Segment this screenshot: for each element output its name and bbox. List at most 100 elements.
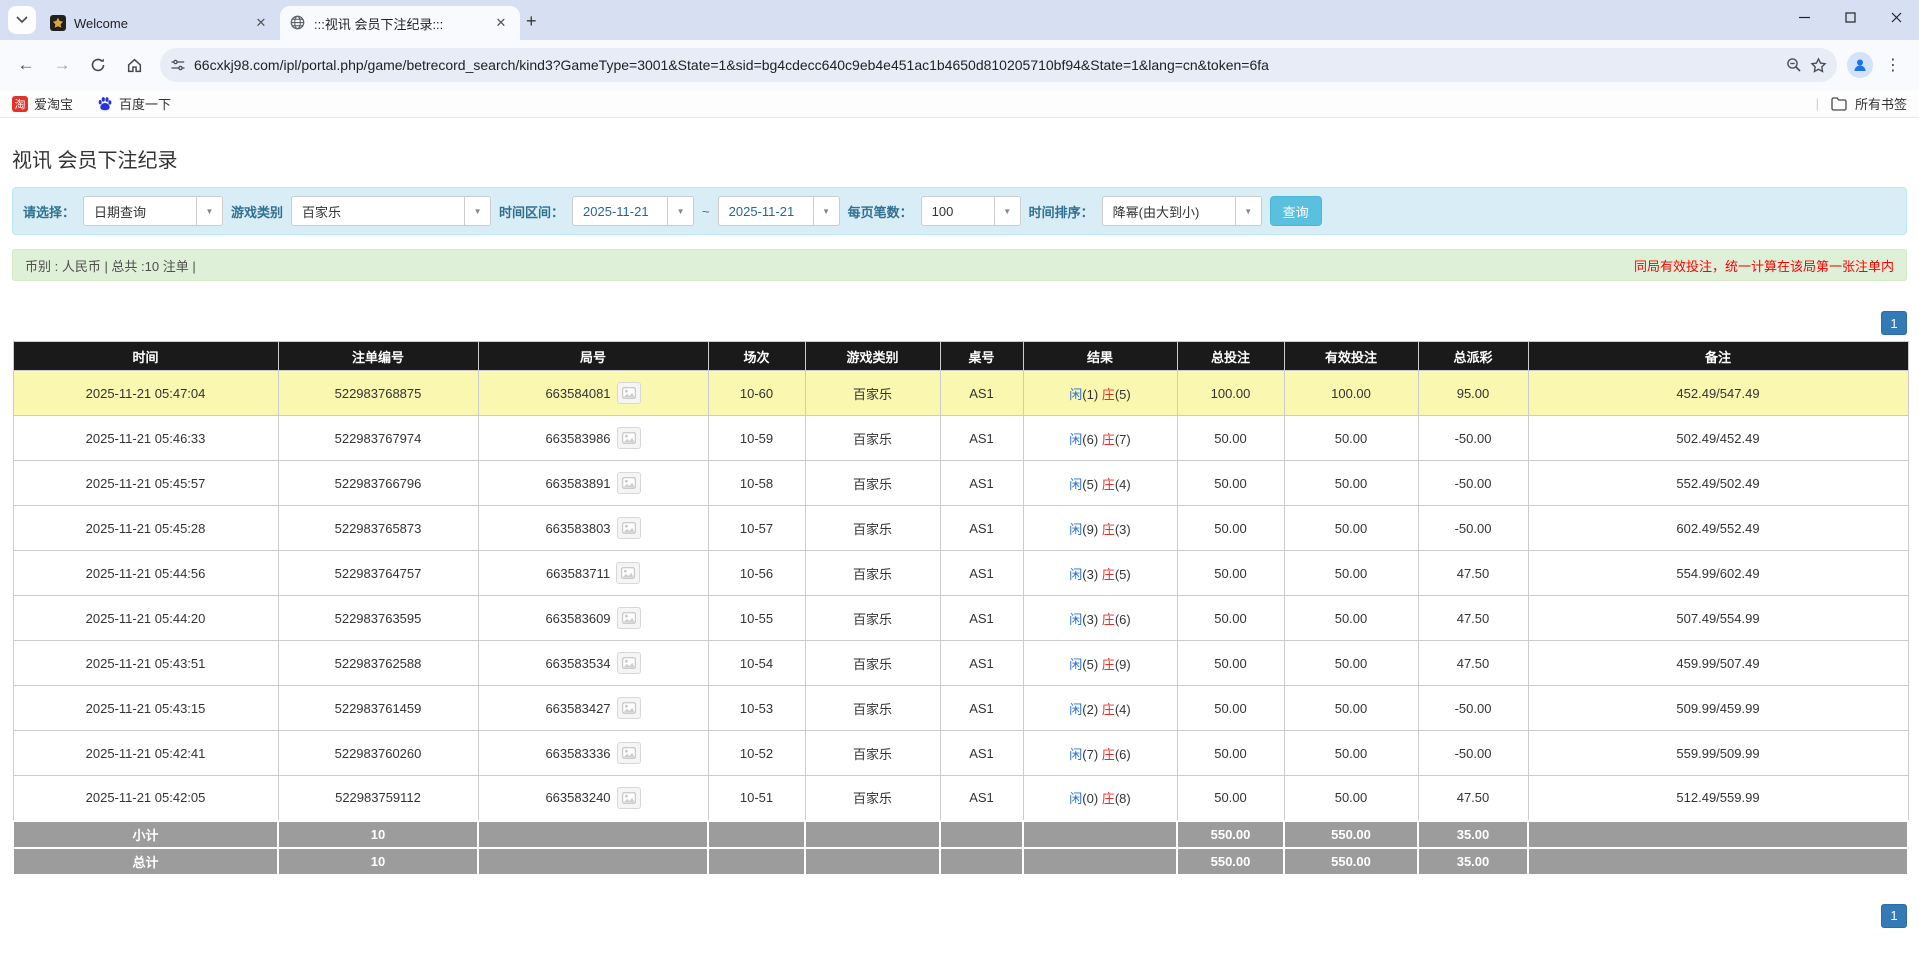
url-text[interactable]: 66cxkj98.com/ipl/portal.php/game/betreco… bbox=[194, 57, 1778, 73]
filter-perpage-label: 每页笔数： bbox=[848, 202, 913, 221]
cell-total-bet-link[interactable]: 50.00 bbox=[1177, 686, 1284, 731]
new-tab-button[interactable]: + bbox=[526, 11, 537, 32]
reload-button[interactable] bbox=[82, 49, 114, 81]
cell-round-id: 663583986 bbox=[478, 416, 708, 461]
cell-total-bet-link[interactable]: 50.00 bbox=[1177, 416, 1284, 461]
cell-result: 闲(2) 庄(4) bbox=[1023, 686, 1177, 731]
column-header[interactable]: 桌号 bbox=[940, 342, 1023, 371]
taobao-icon: 淘 bbox=[12, 96, 28, 112]
cell-note: 602.49/552.49 bbox=[1528, 506, 1908, 551]
cell-total-bet-link[interactable]: 50.00 bbox=[1177, 461, 1284, 506]
round-result-button[interactable] bbox=[617, 652, 641, 674]
cell-time: 2025-11-21 05:46:33 bbox=[13, 416, 278, 461]
query-type-select[interactable]: 日期查询 ▼ bbox=[83, 196, 223, 226]
cell-game-type: 百家乐 bbox=[805, 371, 940, 416]
minimize-button[interactable] bbox=[1781, 0, 1827, 34]
table-header-row: 时间注单编号局号场次游戏类别桌号结果总投注有效投注总派彩备注 bbox=[13, 342, 1908, 371]
reload-icon bbox=[90, 57, 106, 73]
footer-count: 10 bbox=[278, 848, 478, 875]
cell-payout: -50.00 bbox=[1418, 461, 1528, 506]
column-header[interactable]: 结果 bbox=[1023, 342, 1177, 371]
page-content: 视讯 会员下注纪录 请选择： 日期查询 ▼ 游戏类别 百家乐 ▼ 时间区间： 2… bbox=[0, 144, 1919, 928]
close-button[interactable] bbox=[1873, 0, 1919, 34]
home-button[interactable] bbox=[118, 49, 150, 81]
column-header[interactable]: 局号 bbox=[478, 342, 708, 371]
game-type-select[interactable]: 百家乐 ▼ bbox=[291, 196, 491, 226]
date-to-select[interactable]: 2025-11-21 ▼ bbox=[718, 196, 840, 226]
cell-result: 闲(5) 庄(9) bbox=[1023, 641, 1177, 686]
bookmark-baidu[interactable]: 百度一下 bbox=[97, 94, 171, 113]
date-from-select[interactable]: 2025-11-21 ▼ bbox=[572, 196, 694, 226]
cell-total-bet-link[interactable]: 50.00 bbox=[1177, 641, 1284, 686]
column-header[interactable]: 总投注 bbox=[1177, 342, 1284, 371]
search-button[interactable]: 查询 bbox=[1270, 196, 1322, 226]
bookmark-label: 百度一下 bbox=[119, 94, 171, 113]
column-header[interactable]: 时间 bbox=[13, 342, 278, 371]
cell-session: 10-54 bbox=[708, 641, 805, 686]
summary-bar: 币别 : 人民币 | 总共 :10 注单 | 同局有效投注，统一计算在该局第一张… bbox=[12, 249, 1907, 281]
round-result-button[interactable] bbox=[617, 787, 641, 809]
profile-avatar[interactable] bbox=[1847, 52, 1873, 78]
bookmark-star-icon[interactable] bbox=[1810, 57, 1827, 74]
round-result-image-icon bbox=[622, 657, 636, 669]
round-result-button[interactable] bbox=[616, 562, 640, 584]
tab-close-icon[interactable]: ✕ bbox=[492, 14, 510, 32]
round-result-button[interactable] bbox=[617, 607, 641, 629]
tab-close-icon[interactable]: ✕ bbox=[252, 14, 270, 32]
round-result-button[interactable] bbox=[617, 517, 641, 539]
round-result-button[interactable] bbox=[617, 382, 641, 404]
cell-total-bet-link[interactable]: 50.00 bbox=[1177, 731, 1284, 776]
result-banker: 庄 bbox=[1102, 702, 1115, 717]
cell-game-type: 百家乐 bbox=[805, 686, 940, 731]
cell-total-bet-link[interactable]: 50.00 bbox=[1177, 506, 1284, 551]
result-player: 闲 bbox=[1069, 567, 1082, 582]
column-header[interactable]: 备注 bbox=[1528, 342, 1908, 371]
page-1-button[interactable]: 1 bbox=[1881, 311, 1907, 335]
cell-total-bet-link[interactable]: 50.00 bbox=[1177, 596, 1284, 641]
tab-betrecord[interactable]: :::视讯 会员下注纪录::: ✕ bbox=[280, 6, 520, 40]
cell-result: 闲(7) 庄(6) bbox=[1023, 731, 1177, 776]
column-header[interactable]: 注单编号 bbox=[278, 342, 478, 371]
cell-session: 10-57 bbox=[708, 506, 805, 551]
round-result-button[interactable] bbox=[617, 472, 641, 494]
cell-total-bet-link[interactable]: 50.00 bbox=[1177, 776, 1284, 821]
cell-total-bet-link[interactable]: 100.00 bbox=[1177, 371, 1284, 416]
cell-note: 554.99/602.49 bbox=[1528, 551, 1908, 596]
cell-valid-bet: 50.00 bbox=[1284, 596, 1418, 641]
forward-button[interactable]: → bbox=[46, 49, 78, 81]
result-banker: 庄 bbox=[1102, 522, 1115, 537]
round-result-button[interactable] bbox=[617, 742, 641, 764]
column-header[interactable]: 游戏类别 bbox=[805, 342, 940, 371]
tab-search-button[interactable] bbox=[8, 6, 36, 34]
cell-session: 10-58 bbox=[708, 461, 805, 506]
column-header[interactable]: 有效投注 bbox=[1284, 342, 1418, 371]
back-button[interactable]: ← bbox=[10, 49, 42, 81]
cell-total-bet-link[interactable]: 50.00 bbox=[1177, 551, 1284, 596]
sort-order-select[interactable]: 降幂(由大到小) ▼ bbox=[1102, 196, 1262, 226]
result-player: 闲 bbox=[1069, 432, 1082, 447]
round-result-image-icon bbox=[621, 567, 635, 579]
cell-game-type: 百家乐 bbox=[805, 416, 940, 461]
cell-valid-bet: 50.00 bbox=[1284, 641, 1418, 686]
round-result-button[interactable] bbox=[617, 427, 641, 449]
round-result-button[interactable] bbox=[617, 697, 641, 719]
zoom-out-icon[interactable] bbox=[1786, 57, 1802, 73]
per-page-select[interactable]: 100 ▼ bbox=[921, 196, 1021, 226]
tab-welcome[interactable]: Welcome ✕ bbox=[40, 6, 280, 40]
column-header[interactable]: 总派彩 bbox=[1418, 342, 1528, 371]
browser-menu-icon[interactable]: ⋮ bbox=[1877, 55, 1909, 75]
cell-payout: 47.50 bbox=[1418, 551, 1528, 596]
result-player: 闲 bbox=[1069, 747, 1082, 762]
bookmark-taobao[interactable]: 淘 爱淘宝 bbox=[12, 94, 73, 113]
cell-round-id: 663583427 bbox=[478, 686, 708, 731]
all-bookmarks[interactable]: | 所有书签 bbox=[1816, 94, 1907, 113]
cell-round-id: 663583336 bbox=[478, 731, 708, 776]
address-bar[interactable]: 66cxkj98.com/ipl/portal.php/game/betreco… bbox=[160, 48, 1837, 82]
footer-valid-bet: 550.00 bbox=[1284, 821, 1418, 848]
maximize-button[interactable] bbox=[1827, 0, 1873, 34]
result-banker: 庄 bbox=[1102, 791, 1115, 806]
column-header[interactable]: 场次 bbox=[708, 342, 805, 371]
site-info-icon[interactable] bbox=[170, 57, 186, 73]
cell-valid-bet: 50.00 bbox=[1284, 461, 1418, 506]
page-1-button[interactable]: 1 bbox=[1881, 904, 1907, 928]
